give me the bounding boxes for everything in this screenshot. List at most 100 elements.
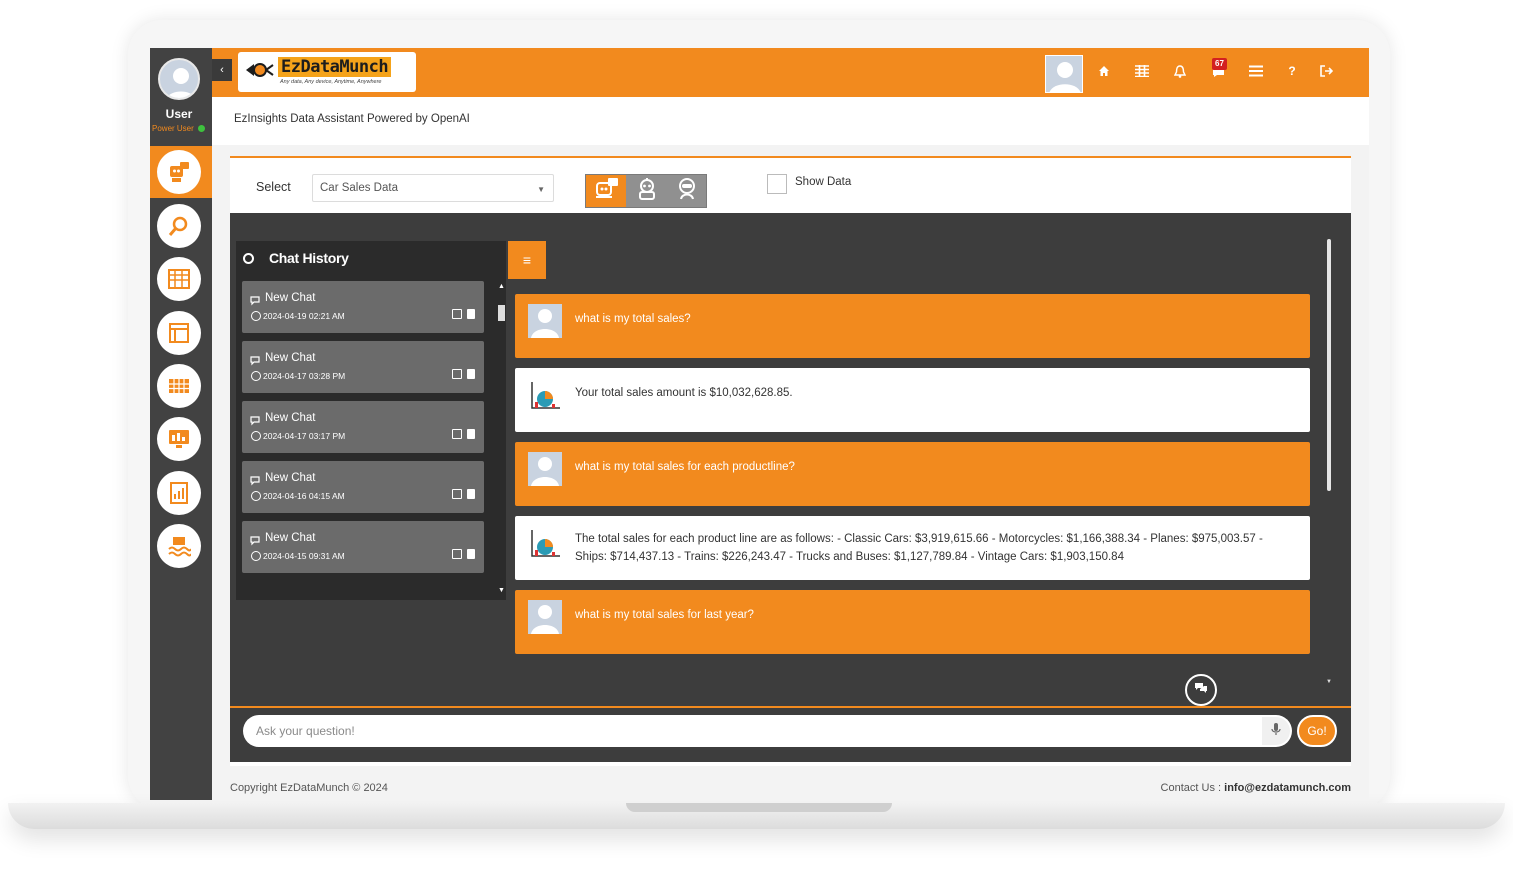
edit-icon[interactable] <box>452 309 462 319</box>
home-icon[interactable] <box>1096 63 1112 79</box>
notification-count-badge: 67 <box>1212 58 1227 70</box>
user-message: what is my total sales for each productl… <box>515 442 1310 506</box>
trash-icon[interactable] <box>467 429 475 439</box>
logout-icon[interactable] <box>1318 63 1334 79</box>
edit-icon[interactable] <box>452 489 462 499</box>
chat-history-item[interactable]: New Chat 2024-04-19 02:21 AM <box>242 281 484 333</box>
chat-history-item[interactable]: New Chat 2024-04-17 03:28 PM <box>242 341 484 393</box>
header-user-avatar[interactable] <box>1045 55 1083 93</box>
assistant-bot-icon <box>675 177 699 206</box>
list-icon[interactable] <box>1248 63 1264 79</box>
layout-icon <box>167 321 191 345</box>
clock-icon <box>251 551 261 561</box>
page-footer: Copyright EzDataMunch © 2024 Contact Us … <box>212 774 1369 800</box>
sidebar-item-table[interactable] <box>157 364 201 408</box>
dataset-select[interactable]: Car Sales Data ▼ <box>312 174 554 202</box>
show-data-checkbox[interactable] <box>767 174 787 194</box>
logo-mark-icon <box>244 62 274 78</box>
edit-icon[interactable] <box>452 369 462 379</box>
floating-chat-button[interactable] <box>1185 674 1217 706</box>
show-data-label: Show Data <box>795 176 852 188</box>
chat-history-date: 2024-04-17 03:28 PM <box>263 371 346 381</box>
sidebar-item-data-search[interactable] <box>157 204 201 248</box>
microphone-button[interactable] <box>1262 717 1290 745</box>
mode-assistant-bot-button[interactable] <box>667 175 707 207</box>
sidebar-item-spreadsheet[interactable] <box>157 257 201 301</box>
mode-chat-bot-button[interactable] <box>586 175 626 207</box>
chat-history-label: New Chat <box>265 352 316 364</box>
chat-bubble-icon <box>250 413 262 426</box>
grid-icon[interactable] <box>1134 63 1150 79</box>
chat-history-date: 2024-04-15 09:31 AM <box>263 551 345 561</box>
chat-scroll-thumb[interactable] <box>1327 239 1331 491</box>
edit-icon[interactable] <box>452 429 462 439</box>
user-role: Power User <box>152 124 194 133</box>
left-sidebar: User Power User <box>150 48 212 800</box>
chat-history-label: New Chat <box>265 472 316 484</box>
data-search-icon <box>167 214 191 238</box>
scroll-down-icon[interactable]: ▼ <box>498 587 505 594</box>
data-lake-icon <box>167 534 192 558</box>
message-text: what is my total sales for last year? <box>575 609 754 621</box>
user-message-avatar <box>528 600 562 634</box>
trash-icon[interactable] <box>467 489 475 499</box>
edit-icon[interactable] <box>452 549 462 559</box>
contact-email-link[interactable]: info@ezdatamunch.com <box>1224 782 1351 794</box>
trash-icon[interactable] <box>467 549 475 559</box>
history-scrollbar[interactable]: ▲ ▼ <box>497 283 506 594</box>
assistant-toolbar: Select Car Sales Data ▼ Show Data <box>230 158 1351 214</box>
user-message: what is my total sales for last year? <box>515 590 1310 654</box>
app-logo[interactable]: EzDataMunch Any data, Any device, Anytim… <box>238 52 416 92</box>
chat-history-title: Chat History <box>269 250 349 266</box>
chat-bubble-icon <box>250 533 262 546</box>
page-title: EzInsights Data Assistant Powered by Ope… <box>234 113 470 125</box>
clock-icon <box>251 491 261 501</box>
scroll-down-icon[interactable]: ▼ <box>1326 679 1332 685</box>
user-avatar[interactable] <box>158 58 200 100</box>
history-menu-toggle-button[interactable]: ≡ <box>508 241 546 279</box>
analytics-bot-avatar-icon <box>528 526 562 560</box>
go-button[interactable]: Go! <box>1297 715 1337 747</box>
copyright-text: Copyright EzDataMunch © 2024 <box>230 782 388 794</box>
spreadsheet-icon <box>167 267 191 291</box>
chat-bubble-icon <box>250 293 262 306</box>
sidebar-item-data-lake[interactable] <box>157 524 201 568</box>
online-status-dot <box>198 125 205 132</box>
sidebar-item-layout[interactable] <box>157 311 201 355</box>
chat-history-item[interactable]: New Chat 2024-04-16 04:15 AM <box>242 461 484 513</box>
history-scroll-thumb[interactable] <box>498 305 505 321</box>
help-icon[interactable]: ? <box>1284 63 1300 79</box>
assistant-mode-group <box>585 174 707 208</box>
trash-icon[interactable] <box>467 369 475 379</box>
dataset-select-label: Select <box>256 180 291 194</box>
page-subheader: EzInsights Data Assistant Powered by Ope… <box>212 97 1369 145</box>
chat-history-date: 2024-04-17 03:17 PM <box>263 431 346 441</box>
microphone-icon <box>1271 722 1281 741</box>
chat-history-item[interactable]: New Chat 2024-04-17 03:17 PM <box>242 401 484 453</box>
clock-icon <box>251 311 261 321</box>
scroll-up-icon[interactable]: ▲ <box>498 283 505 290</box>
chevron-left-icon: ‹ <box>220 64 224 76</box>
bot-message: Your total sales amount is $10,032,628.8… <box>515 368 1310 432</box>
sidebar-item-dashboard[interactable] <box>157 417 201 461</box>
chat-scrollbar[interactable]: ▼ <box>1326 231 1332 691</box>
collapse-sidebar-button[interactable]: ‹ <box>212 59 232 81</box>
mode-analytics-bot-button[interactable] <box>627 175 667 207</box>
trash-icon[interactable] <box>467 309 475 319</box>
message-text: The total sales for each product line ar… <box>575 533 1263 563</box>
bell-icon[interactable] <box>1172 63 1188 79</box>
sidebar-item-reports[interactable] <box>157 471 201 515</box>
sidebar-item-ai-assistant[interactable] <box>157 150 201 194</box>
table-grid-icon <box>167 374 191 398</box>
analytics-bot-icon <box>634 177 660 206</box>
user-message: what is my total sales? <box>515 294 1310 358</box>
chat-history-label: New Chat <box>265 412 316 424</box>
chat-area: Chat History New Chat 2024-04-19 02:21 A… <box>230 213 1351 706</box>
question-input[interactable] <box>243 715 1292 747</box>
chat-history-item[interactable]: New Chat 2024-04-15 09:31 AM <box>242 521 484 573</box>
chat-bubble-icon <box>250 473 262 486</box>
message-text: what is my total sales for each productl… <box>575 461 795 473</box>
laptop-notch <box>626 803 892 812</box>
clock-icon <box>251 431 261 441</box>
contact-info: Contact Us : info@ezdatamunch.com <box>1161 782 1351 794</box>
